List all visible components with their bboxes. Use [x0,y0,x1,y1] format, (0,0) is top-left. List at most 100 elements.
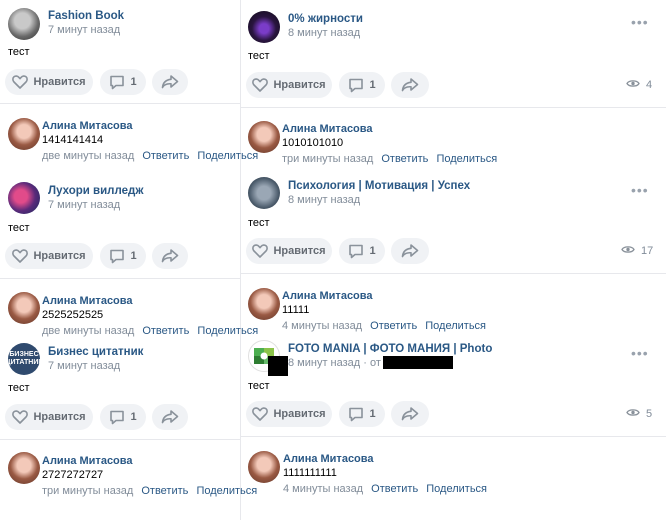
redaction-box [268,356,288,376]
share-button[interactable] [391,72,429,98]
reply-link[interactable]: Ответить [370,320,417,332]
eye-icon [626,408,640,420]
post-author-link[interactable]: FOTO MANIA | ФОТО МАНИЯ | Photo [288,343,492,355]
comment-author-link[interactable]: Алина Митасова [283,453,374,465]
views-count: 5 [646,408,653,420]
post-author-link[interactable]: Лухори вилледж [48,185,143,197]
post-time[interactable]: 8 минут назад [288,27,360,39]
post-separator [241,436,666,437]
comment-button[interactable]: 1 [100,69,146,95]
views-count: 4 [646,79,653,91]
like-label: Нравится [273,245,326,257]
comment-count: 1 [130,76,137,88]
views-counter: 17 [621,245,653,257]
commenter-avatar[interactable] [8,452,40,484]
comment-time[interactable]: три минуты назад [42,485,133,497]
right-feed-column: 0% жирности 8 минут назад ••• тест Нрави… [241,0,666,520]
share-button[interactable] [152,69,188,95]
community-avatar[interactable] [8,8,40,40]
like-button[interactable]: Нравится [5,69,93,95]
share-comment-link[interactable]: Поделиться [425,320,486,332]
comment-bubble-icon [348,407,364,422]
post-separator [241,107,666,108]
comment-meta: три минуты назад Ответить Поделиться [42,485,257,497]
more-dots-icon[interactable]: ••• [631,14,649,30]
like-button[interactable]: Нравится [5,404,93,430]
commenter-avatar[interactable] [8,118,40,150]
post-author-link[interactable]: 0% жирности [288,13,363,25]
like-label: Нравится [273,79,326,91]
post-time[interactable]: 8 минут назад [288,194,360,206]
like-button[interactable]: Нравится [246,72,332,98]
community-avatar[interactable] [8,182,40,214]
like-button[interactable]: Нравится [246,401,332,427]
comment-author-link[interactable]: Алина Митасова [282,290,373,302]
like-button[interactable]: Нравится [246,238,332,264]
share-comment-link[interactable]: Поделиться [426,483,487,495]
heart-outline-icon [252,244,269,258]
more-dots-icon[interactable]: ••• [631,182,649,198]
comment-button[interactable]: 1 [100,404,146,430]
comment-time[interactable]: 4 минуты назад [283,483,363,495]
reply-link[interactable]: Ответить [141,485,188,497]
comment-author-link[interactable]: Алина Митасова [282,123,373,135]
reply-link[interactable]: Ответить [142,150,189,162]
post-time[interactable]: 8 минут назад [288,357,360,369]
comment-meta: 4 минуты назад Ответить Поделиться [283,483,487,495]
share-arrow-icon [401,78,419,92]
like-label: Нравится [33,76,86,88]
comment-time[interactable]: две минуты назад [42,325,134,337]
commenter-avatar[interactable] [248,121,280,153]
comment-button[interactable]: 1 [339,72,385,98]
reply-link[interactable]: Ответить [142,325,189,337]
heart-outline-icon [12,249,29,263]
post-author-link[interactable]: Бизнес цитатник [48,346,143,358]
comment-text: 1010101010 [282,137,344,149]
commenter-avatar[interactable] [248,288,280,320]
community-avatar[interactable] [248,11,280,43]
comment-time[interactable]: 4 минуты назад [282,320,362,332]
comment-time[interactable]: три минуты назад [282,153,373,165]
post-text: тест [248,50,270,62]
share-button[interactable] [152,404,188,430]
community-avatar[interactable] [248,177,280,209]
more-dots-icon[interactable]: ••• [631,345,649,361]
post-time[interactable]: 7 минут назад [48,360,120,372]
comment-time[interactable]: две минуты назад [42,150,134,162]
comment-meta: 4 минуты назад Ответить Поделиться [282,320,486,332]
share-button[interactable] [391,238,429,264]
post-text: тест [8,382,30,394]
post-time[interactable]: 7 минут назад [48,199,120,211]
comment-bubble-icon [109,75,125,90]
post-separator [0,278,240,279]
heart-outline-icon [252,407,269,421]
comment-text: 1111111111 [283,467,337,479]
commenter-avatar[interactable] [8,292,40,324]
like-button[interactable]: Нравится [5,243,93,269]
redaction-box [383,356,453,369]
left-feed-column: Fashion Book 7 минут назад тест Нравится… [0,0,258,520]
post-author-link[interactable]: Психология | Мотивация | Успех [288,180,470,192]
share-comment-link[interactable]: Поделиться [436,153,497,165]
share-arrow-icon [161,249,179,263]
comment-author-link[interactable]: Алина Митасова [42,455,133,467]
avatar-logo-text: БИЗНЕС ЦИТАТНИК [8,351,40,366]
comment-button[interactable]: 1 [100,243,146,269]
comment-button[interactable]: 1 [339,401,385,427]
comment-author-link[interactable]: Алина Митасова [42,120,133,132]
commenter-avatar[interactable] [248,451,280,483]
comment-button[interactable]: 1 [339,238,385,264]
share-arrow-icon [401,244,419,258]
share-button[interactable] [152,243,188,269]
community-avatar[interactable]: БИЗНЕС ЦИТАТНИК [8,343,40,375]
post-author-link[interactable]: Fashion Book [48,10,124,22]
share-button[interactable] [391,401,429,427]
comment-text: 2727272727 [42,469,104,481]
comment-count: 1 [369,245,376,257]
post-text: тест [8,46,30,58]
reply-link[interactable]: Ответить [381,153,428,165]
post-time[interactable]: 7 минут назад [48,24,120,36]
reply-link[interactable]: Ответить [371,483,418,495]
comment-author-link[interactable]: Алина Митасова [42,295,133,307]
like-label: Нравится [33,250,86,262]
